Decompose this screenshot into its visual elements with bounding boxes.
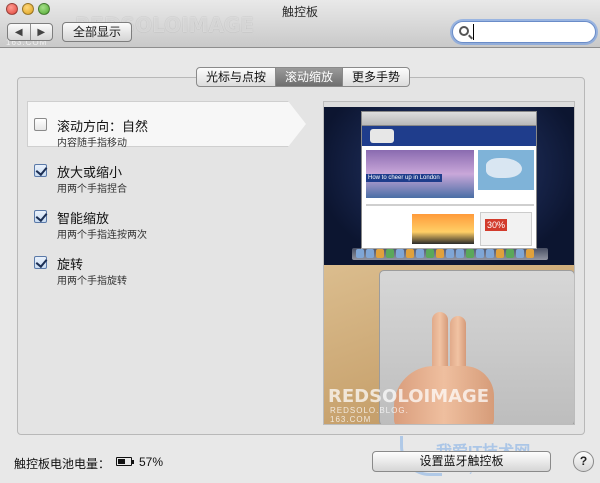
title-bar: 触控板 REDSOLOIMAGE 163.COM ◀ ▶ 全部显示	[0, 0, 600, 48]
option-subtitle: 内容随手指移动	[57, 138, 127, 149]
show-all-button[interactable]: 全部显示	[62, 22, 132, 42]
preview-watermark-sub: REDSOLO.BLOG. 163.COM	[330, 406, 409, 424]
tab-scroll-zoom[interactable]: 滚动缩放	[276, 68, 344, 86]
battery-percentage: 57%	[139, 455, 164, 469]
option-subtitle: 用两个手指旋转	[57, 276, 127, 287]
preview-dock	[352, 248, 548, 260]
scroll-direction-checkbox[interactable]	[34, 118, 47, 131]
help-button[interactable]: ?	[573, 451, 594, 472]
beach-image	[412, 214, 474, 244]
option-title: 滚动方向：自然	[57, 119, 149, 134]
preview-menubar	[324, 102, 574, 107]
zoom-in-out-checkbox[interactable]	[34, 164, 47, 177]
selection-pointer-arrow	[288, 101, 306, 147]
battery-level-fill	[118, 459, 125, 464]
search-input[interactable]	[473, 24, 591, 40]
search-field[interactable]	[452, 21, 596, 43]
preview-browser-window: How to cheer up in London	[361, 111, 537, 249]
battery-icon	[116, 457, 134, 466]
preview-watermark-line1: REDSOLO.BLOG.	[330, 406, 409, 415]
option-title: 放大或缩小	[57, 165, 123, 180]
smart-zoom-checkbox[interactable]	[34, 210, 47, 223]
option-subtitle: 用两个手指捏合	[57, 184, 127, 195]
tab-bar: 光标与点按 滚动缩放 更多手势	[196, 67, 411, 87]
preview-screen: How to cheer up in London	[324, 102, 574, 265]
search-icon	[459, 26, 469, 36]
gesture-preview-video: How to cheer up in London REDSOLOIMAGE R…	[323, 101, 575, 425]
tab-point-click[interactable]: 光标与点按	[197, 68, 277, 86]
setup-bluetooth-trackpad-button[interactable]: 设置蓝牙触控板	[372, 451, 551, 472]
tab-more-gestures[interactable]: 更多手势	[343, 68, 409, 86]
option-subtitle: 用两个手指连按两次	[57, 230, 147, 241]
ad-banner	[480, 212, 532, 246]
back-forward-control: ◀ ▶	[7, 23, 53, 41]
preview-watermark: REDSOLOIMAGE	[328, 386, 490, 407]
site-header	[362, 126, 536, 146]
battery-label: 触控板电池电量：	[14, 457, 111, 471]
hero-caption: How to cheer up in London	[366, 174, 442, 182]
option-title: 智能缩放	[57, 211, 110, 226]
site-logo-icon	[370, 129, 394, 143]
browser-toolbar	[362, 112, 536, 126]
option-title: 旋转	[57, 257, 84, 272]
rotate-checkbox[interactable]	[34, 256, 47, 269]
back-arrow-icon[interactable]: ◀	[8, 24, 30, 40]
preview-watermark-line2: 163.COM	[330, 415, 372, 424]
forward-arrow-icon[interactable]: ▶	[29, 24, 53, 40]
divider	[366, 204, 534, 206]
world-map-image	[478, 150, 534, 190]
